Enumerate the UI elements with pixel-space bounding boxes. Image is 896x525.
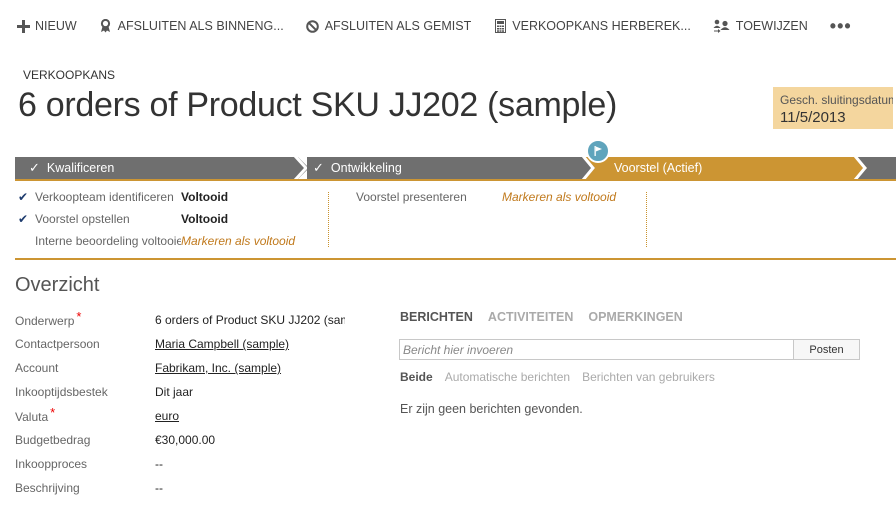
stage-label: Kwalificeren — [46, 161, 115, 175]
check-icon: ✓ — [29, 160, 40, 175]
step-interne-beoordeling: Interne beoordeling voltooien Markeren a… — [15, 231, 295, 251]
field-label: Valuta — [15, 409, 49, 424]
step-name: Interne beoordeling voltooien — [35, 234, 181, 248]
new-button[interactable]: NIEUW — [16, 19, 77, 33]
field-beschrijving: Beschrijving -- — [15, 478, 345, 498]
stage-voorstel-active[interactable]: Voorstel (Actief) — [601, 157, 857, 179]
field-onderwerp: Onderwerp * 6 orders of Product SKU JJ202… — [15, 308, 345, 330]
field-value[interactable]: Dit jaar — [155, 385, 345, 399]
field-label: Beschrijving — [15, 481, 80, 495]
field-inkoopproces: Inkoopproces -- — [15, 454, 345, 474]
assign-button[interactable]: TOEWIJZEN — [713, 19, 808, 33]
command-bar: NIEUW AFSLUITEN ALS BINNENG... AFSLUITEN… — [0, 0, 896, 52]
more-icon: ••• — [829, 15, 852, 36]
stage-kwalificeren[interactable]: ✓ Kwalificeren — [15, 157, 298, 179]
social-tabs: BERICHTEN ACTIVITEITEN OPMERKINGEN — [400, 310, 698, 324]
close-as-lost-button[interactable]: AFSLUITEN ALS GEMIST — [306, 19, 472, 33]
steps-underline — [15, 258, 896, 260]
field-value[interactable]: €30,000.00 — [155, 433, 345, 447]
step-column-divider — [328, 192, 329, 247]
process-bar: ✓ Kwalificeren ✓ Ontwikkeling Voorstel (… — [15, 157, 896, 179]
award-icon — [99, 19, 113, 33]
close-as-won-label: AFSLUITEN ALS BINNENG... — [117, 19, 284, 33]
section-title-overview: Overzicht — [15, 274, 100, 296]
process-underline — [15, 179, 896, 181]
close-as-won-button[interactable]: AFSLUITEN ALS BINNENG... — [99, 19, 284, 33]
required-marker: * — [50, 404, 56, 420]
field-budgetbedrag: Budgetbedrag €30,000.00 — [15, 430, 345, 450]
field-label: Budgetbedrag — [15, 433, 91, 447]
step-column-divider — [646, 192, 647, 247]
tab-activiteiten[interactable]: ACTIVITEITEN — [488, 310, 573, 324]
step-voorstel-opstellen: ✔ Voorstel opstellen Voltooid — [15, 209, 228, 229]
field-value[interactable]: 6 orders of Product SKU JJ202 (sample) — [155, 313, 345, 327]
calculator-icon — [493, 19, 507, 33]
filter-user-posts[interactable]: Berichten van gebruikers — [582, 370, 715, 384]
tab-opmerkingen[interactable]: OPMERKINGEN — [588, 310, 682, 324]
account-link[interactable]: Fabrikam, Inc. (sample) — [155, 361, 345, 375]
field-label: Account — [15, 361, 59, 375]
step-status: Voltooid — [181, 190, 229, 204]
active-stage-flag — [586, 139, 610, 163]
field-label: Contactpersoon — [15, 337, 100, 351]
field-label: Inkooptijdsbestek — [15, 385, 108, 399]
stage-separator-chevron — [851, 157, 896, 179]
check-icon: ✓ — [313, 160, 324, 175]
close-date-value: 11/5/2013 — [780, 109, 846, 126]
new-label: NIEUW — [35, 19, 77, 33]
assign-label: TOEWIJZEN — [735, 19, 808, 33]
assign-users-icon — [713, 19, 731, 33]
field-value[interactable]: -- — [155, 481, 345, 495]
required-marker: * — [76, 308, 82, 324]
step-name: Verkoopteam identificeren — [35, 190, 174, 204]
field-label: Onderwerp — [15, 313, 75, 328]
filter-both[interactable]: Beide — [400, 370, 433, 384]
post-composer: Posten — [399, 339, 860, 360]
field-value[interactable]: -- — [155, 457, 345, 471]
entity-type-label: VERKOOPKANS — [23, 68, 116, 82]
step-name: Voorstel presenteren — [356, 190, 467, 204]
tab-berichten[interactable]: BERICHTEN — [400, 310, 473, 324]
close-date-label: Gesch. sluitingsdatum — [780, 93, 893, 107]
recalculate-button[interactable]: VERKOOPKANS HERBEREK... — [493, 19, 691, 33]
flag-icon — [594, 146, 602, 156]
stage-label: Ontwikkeling — [330, 161, 402, 175]
step-verkoopteam: ✔ Verkoopteam identificeren Voltooid — [15, 187, 228, 207]
mark-complete-link[interactable]: Markeren als voltooid — [502, 190, 616, 204]
checkmark-icon: ✔ — [18, 212, 29, 226]
block-icon — [306, 19, 320, 33]
post-filters: Beide Automatische berichten Berichten v… — [400, 370, 727, 384]
post-button[interactable]: Posten — [793, 340, 859, 359]
field-label: Inkoopproces — [15, 457, 88, 471]
contact-link[interactable]: Maria Campbell (sample) — [155, 337, 345, 351]
step-status: Voltooid — [181, 212, 229, 226]
filter-auto-posts[interactable]: Automatische berichten — [445, 370, 570, 384]
step-voorstel-presenteren: Voorstel presenteren Markeren als voltoo… — [336, 187, 616, 207]
plus-icon — [16, 19, 30, 33]
estimated-close-date[interactable]: Gesch. sluitingsdatum 11/5/2013 — [773, 87, 893, 129]
close-as-lost-label: AFSLUITEN ALS GEMIST — [324, 19, 472, 33]
page-title: 6 orders of Product SKU JJ202 (sample) — [18, 86, 617, 124]
stage-ontwikkeling[interactable]: ✓ Ontwikkeling — [307, 157, 586, 179]
step-name: Voorstel opstellen — [35, 212, 130, 226]
empty-posts-message: Er zijn geen berichten gevonden. — [400, 402, 583, 416]
recalculate-label: VERKOOPKANS HERBEREK... — [512, 19, 691, 33]
post-input[interactable] — [400, 340, 793, 359]
mark-complete-link[interactable]: Markeren als voltooid — [181, 234, 295, 248]
stage-label: Voorstel (Actief) — [614, 161, 703, 175]
field-inkooptijdsbestek: Inkooptijdsbestek Dit jaar — [15, 382, 345, 402]
field-valuta: Valuta * euro — [15, 404, 345, 426]
checkmark-icon: ✔ — [18, 190, 29, 204]
field-account: Account Fabrikam, Inc. (sample) — [15, 358, 345, 378]
field-contactpersoon: Contactpersoon Maria Campbell (sample) — [15, 334, 345, 354]
more-commands-button[interactable]: ••• — [830, 16, 852, 37]
currency-link[interactable]: euro — [155, 409, 345, 423]
